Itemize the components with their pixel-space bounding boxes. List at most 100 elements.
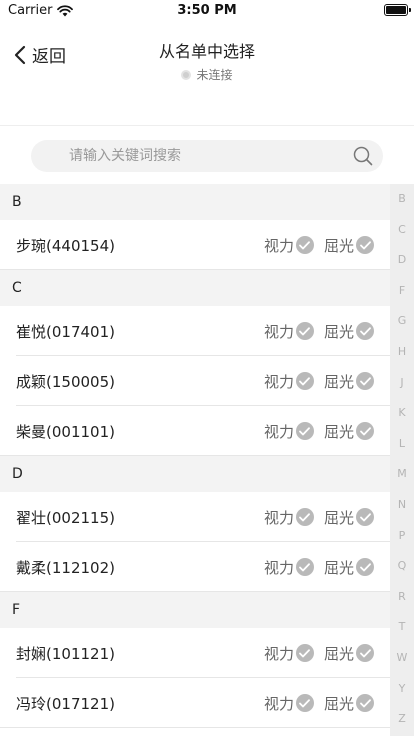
item-tags: 视力 屈光 — [264, 507, 374, 528]
index-letter[interactable]: R — [390, 582, 414, 613]
refraction-label: 屈光 — [323, 644, 354, 663]
index-letter[interactable]: Q — [390, 551, 414, 582]
list-item[interactable]: 戴柔(112102) 视力 屈光 — [0, 542, 390, 592]
status-bar: Carrier 3:50 PM — [0, 0, 414, 22]
index-letter[interactable]: J — [390, 368, 414, 399]
title-group: 从名单中选择 未连接 — [0, 38, 414, 83]
section-header: B — [0, 184, 390, 220]
check-circle-icon — [295, 558, 314, 576]
vision-label: 视力 — [263, 372, 294, 391]
student-name: 柴曼(001101) — [16, 422, 115, 441]
list-item[interactable]: 翟壮(002115) 视力 屈光 — [0, 492, 390, 542]
check-circle-icon — [295, 322, 314, 340]
vision-tag[interactable]: 视力 — [264, 321, 314, 342]
student-list: B 步琬(440154) 视力 屈光 C 崔悦(017401) 视力 屈光 成颖(150005)… — [0, 184, 390, 736]
list-item[interactable]: 崔悦(017401) 视力 屈光 — [0, 306, 390, 356]
connection-status: 未连接 — [0, 66, 414, 83]
search-icon[interactable] — [353, 146, 373, 166]
item-tags: 视力 屈光 — [264, 557, 374, 578]
refraction-tag[interactable]: 屈光 — [324, 371, 374, 392]
section-header: D — [0, 456, 390, 492]
item-tags: 视力 屈光 — [264, 371, 374, 392]
list-item[interactable]: 步琬(440154) 视力 屈光 — [0, 220, 390, 270]
item-tags: 视力 屈光 — [264, 421, 374, 442]
student-name: 成颖(150005) — [16, 372, 115, 391]
index-letter[interactable]: L — [390, 429, 414, 460]
check-circle-icon — [356, 322, 374, 340]
item-tags: 视力 屈光 — [264, 643, 374, 664]
vision-tag[interactable]: 视力 — [264, 643, 314, 664]
vision-label: 视力 — [263, 236, 294, 255]
item-tags: 视力 屈光 — [264, 235, 374, 256]
index-letter[interactable]: N — [390, 490, 414, 521]
index-letter[interactable]: B — [390, 184, 414, 215]
refraction-label: 屈光 — [323, 422, 354, 441]
check-circle-icon — [295, 372, 314, 390]
battery-icon — [384, 4, 411, 16]
item-tags: 视力 屈光 — [264, 693, 374, 714]
index-letter[interactable]: K — [390, 398, 414, 429]
refraction-tag[interactable]: 屈光 — [324, 421, 374, 442]
refraction-label: 屈光 — [323, 322, 354, 341]
item-tags: 视力 屈光 — [264, 321, 374, 342]
student-name: 步琬(440154) — [16, 236, 115, 255]
check-circle-icon — [295, 694, 314, 712]
index-letter[interactable]: Z — [390, 704, 414, 735]
index-letter[interactable]: G — [390, 306, 414, 337]
check-circle-icon — [356, 644, 374, 662]
index-letter[interactable]: F — [390, 276, 414, 307]
vision-tag[interactable]: 视力 — [264, 235, 314, 256]
refraction-label: 屈光 — [323, 508, 354, 527]
vision-tag[interactable]: 视力 — [264, 371, 314, 392]
list-item[interactable]: 冯玲(017121) 视力 屈光 — [0, 678, 390, 728]
page-title: 从名单中选择 — [158, 42, 255, 61]
index-letter[interactable]: H — [390, 337, 414, 368]
vision-tag[interactable]: 视力 — [264, 507, 314, 528]
check-circle-icon — [356, 694, 374, 712]
refraction-tag[interactable]: 屈光 — [324, 643, 374, 664]
refraction-tag[interactable]: 屈光 — [324, 321, 374, 342]
list-item[interactable]: 成颖(150005) 视力 屈光 — [0, 356, 390, 406]
vision-label: 视力 — [263, 644, 294, 663]
vision-label: 视力 — [263, 322, 294, 341]
student-name: 封娴(101121) — [16, 644, 115, 663]
refraction-tag[interactable]: 屈光 — [324, 507, 374, 528]
index-letter[interactable]: W — [390, 643, 414, 674]
index-letter[interactable]: T — [390, 612, 414, 643]
check-circle-icon — [356, 508, 374, 526]
search-bar — [31, 140, 383, 172]
index-letter[interactable]: C — [390, 215, 414, 246]
connection-status-label: 未连接 — [196, 68, 233, 82]
student-name: 翟壮(002115) — [16, 508, 115, 527]
vision-label: 视力 — [263, 694, 294, 713]
index-letter[interactable]: Y — [390, 674, 414, 705]
refraction-label: 屈光 — [323, 558, 354, 577]
refraction-tag[interactable]: 屈光 — [324, 693, 374, 714]
student-name: 冯玲(017121) — [16, 694, 115, 713]
list-item[interactable]: 封娴(101121) 视力 屈光 — [0, 628, 390, 678]
status-dot-icon — [181, 69, 192, 80]
check-circle-icon — [295, 644, 314, 662]
alphabet-index-bar[interactable]: BCDFGHJKLMNPQRTWYZ — [390, 184, 414, 736]
student-name: 戴柔(112102) — [16, 558, 115, 577]
check-circle-icon — [356, 558, 374, 576]
index-letter[interactable]: D — [390, 245, 414, 276]
check-circle-icon — [295, 422, 314, 440]
status-time: 3:50 PM — [177, 3, 237, 18]
refraction-label: 屈光 — [323, 236, 354, 255]
index-letter[interactable]: M — [390, 459, 414, 490]
vision-label: 视力 — [263, 422, 294, 441]
list-item[interactable]: 柴曼(001101) 视力 屈光 — [0, 406, 390, 456]
refraction-tag[interactable]: 屈光 — [324, 557, 374, 578]
vision-tag[interactable]: 视力 — [264, 421, 314, 442]
search-input[interactable] — [69, 140, 339, 172]
refraction-label: 屈光 — [323, 372, 354, 391]
check-circle-icon — [295, 236, 314, 254]
vision-tag[interactable]: 视力 — [264, 557, 314, 578]
vision-label: 视力 — [263, 558, 294, 577]
vision-tag[interactable]: 视力 — [264, 693, 314, 714]
refraction-tag[interactable]: 屈光 — [324, 235, 374, 256]
student-name: 崔悦(017401) — [16, 322, 115, 341]
vision-label: 视力 — [263, 508, 294, 527]
index-letter[interactable]: P — [390, 521, 414, 552]
